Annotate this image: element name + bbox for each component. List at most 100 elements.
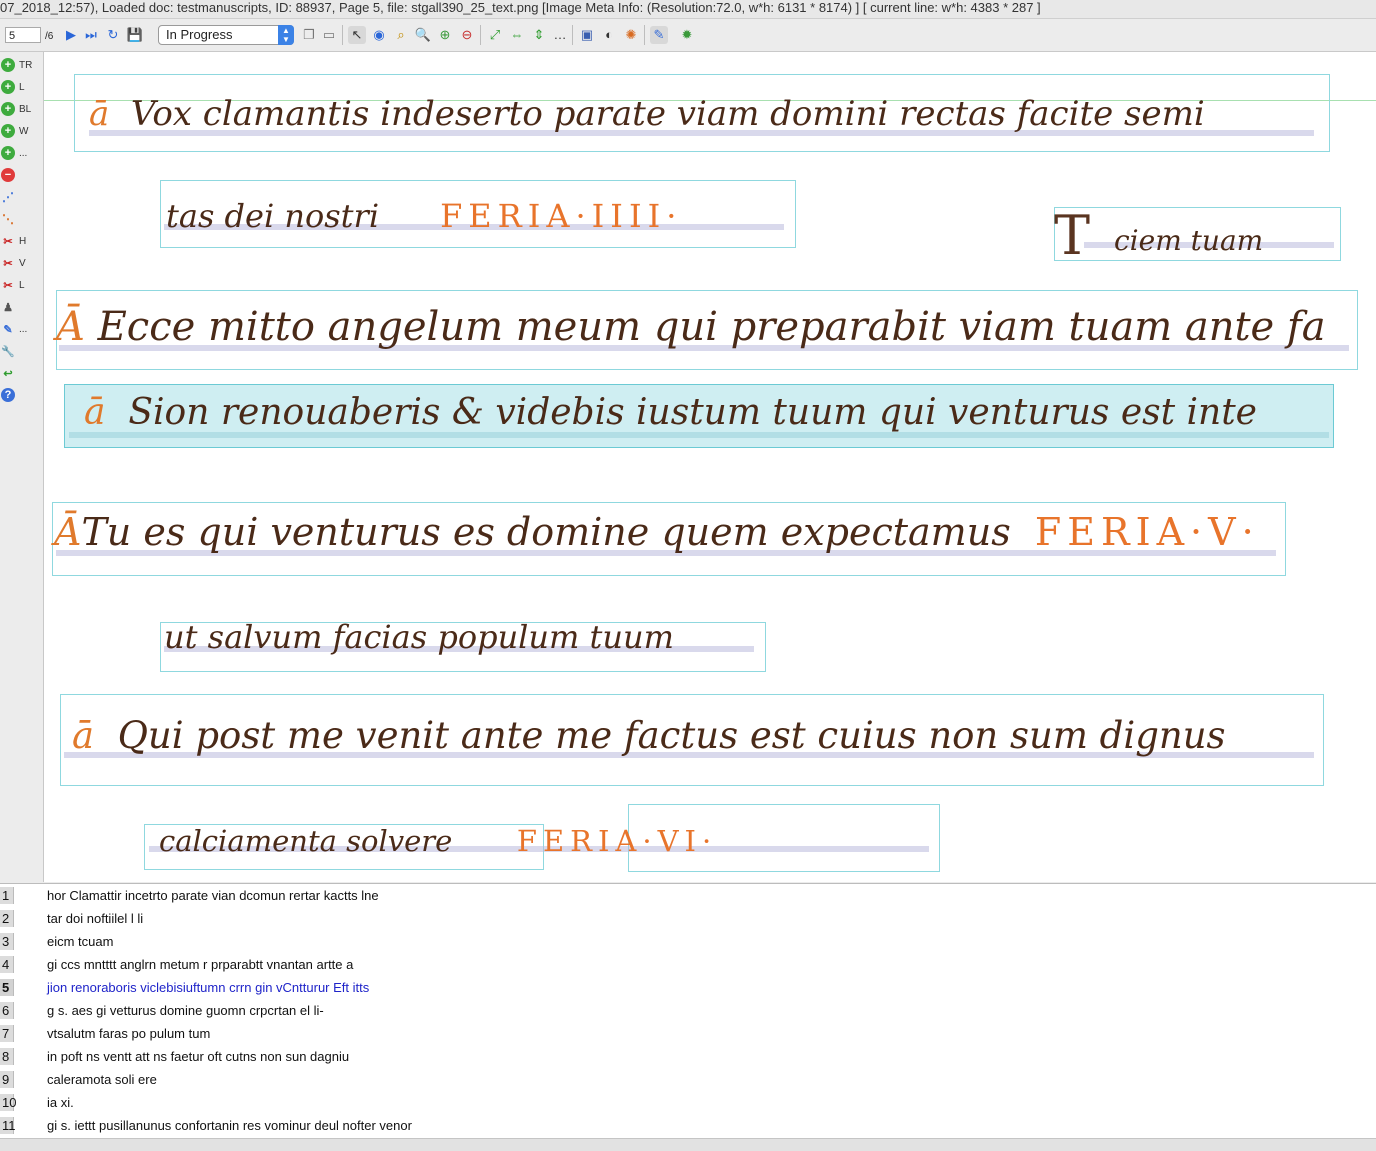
window-title: 07_2018_12:57), Loaded doc: testmanuscri… [0, 0, 1376, 19]
line-text[interactable]: gi s. iettt pusillanunus confortanin res… [47, 1118, 412, 1133]
edit-icon: ✎ [3, 323, 13, 336]
line-text[interactable]: eicm tcuam [47, 934, 113, 949]
fit-height-icon[interactable]: ⇕ [530, 26, 548, 44]
save-icon[interactable]: 💾 [126, 26, 144, 44]
next-page-icon[interactable]: ▶ [62, 26, 80, 44]
line-number: 5 [0, 979, 14, 996]
fit-width-icon[interactable]: ⇔ [508, 26, 526, 44]
zoom-fit-icon[interactable]: 🔍 [414, 26, 432, 44]
manuscript-initial: T [1054, 204, 1091, 267]
transcription-line[interactable]: 8 in poft ns ventt att ns faetur oft cut… [0, 1045, 1376, 1068]
line-number: 10 [0, 1094, 17, 1111]
edit-more-button[interactable]: ✎... [1, 320, 27, 338]
line-number: 6 [0, 1002, 14, 1019]
transcription-line[interactable]: 3 eicm tcuam [0, 930, 1376, 953]
page-total-label: /6 [45, 31, 54, 42]
scissors-icon: ✂ [3, 235, 13, 248]
line-number: 9 [0, 1071, 14, 1088]
eye-icon[interactable]: ◉ [370, 26, 388, 44]
line-text[interactable]: vtsalutm faras po pulum tum [47, 1026, 210, 1041]
merge-button[interactable]: ♟ [1, 298, 19, 316]
reload-icon[interactable]: ↻ [104, 26, 122, 44]
zoom-out-icon[interactable]: ⊖ [458, 26, 476, 44]
image-view-icon[interactable]: ▣ [578, 26, 596, 44]
line-text[interactable]: in poft ns ventt att ns faetur oft cutns… [47, 1049, 349, 1064]
tools-button[interactable]: 🔧 [1, 342, 19, 360]
last-page-icon[interactable]: ⏭ [82, 26, 100, 44]
add-word-button[interactable]: + W [1, 122, 28, 140]
add-baseline-button[interactable]: + BL [1, 100, 31, 118]
zoom-region-icon[interactable]: ⌕ [392, 26, 410, 44]
help-icon: ? [1, 388, 15, 402]
undo-icon: ↩ [3, 367, 13, 380]
line-number: 4 [0, 956, 14, 973]
manuscript-line: ā Qui post me venit ante me factus est c… [72, 714, 1226, 757]
toolbar-separator [572, 25, 573, 45]
manuscript-image-canvas[interactable]: ā Vox clamantis indeserto parate viam do… [44, 52, 1376, 882]
add-more-button[interactable]: +... [1, 144, 27, 162]
help-button[interactable]: ? [1, 386, 19, 404]
line-text[interactable]: tar doi noftiilel l li [47, 911, 143, 926]
document-icon[interactable]: ▭ [320, 26, 338, 44]
person-icon: ♟ [3, 301, 13, 314]
split-line-button[interactable]: ✂ L [1, 276, 24, 294]
contrast-icon[interactable]: ◐ [600, 26, 618, 44]
more-icon[interactable]: … [551, 26, 569, 44]
plus-circle-icon: + [1, 58, 15, 72]
status-dropdown[interactable]: In Progress ▲ ▼ [158, 25, 294, 45]
copy-icon[interactable]: ❐ [300, 26, 318, 44]
line-text[interactable]: jion renoraboris viclebisiuftumn crrn gi… [47, 980, 369, 995]
line-text[interactable]: hor Clamattir incetrto parate vian dcomu… [47, 888, 379, 903]
line-text[interactable]: gi ccs mntttt anglrn metum r prparabtt v… [47, 957, 353, 972]
scissors-icon: ✂ [3, 257, 13, 270]
plus-circle-icon: + [1, 146, 15, 160]
status-dropdown-value: In Progress [166, 27, 233, 42]
transcription-panel[interactable]: 1 hor Clamattir incetrto parate vian dco… [0, 883, 1376, 1139]
add-point-button[interactable]: ⋰ [1, 188, 19, 206]
split-vertical-button[interactable]: ✂ V [1, 254, 25, 272]
scissors-icon: ✂ [3, 279, 13, 292]
page-number-input[interactable]: 5 [5, 27, 41, 43]
toolbar: 5 /6 ▶ ⏭ ↻ 💾 In Progress ▲ ▼ ❐ ▭ ↖ ◉ ⌕ 🔍 … [0, 19, 1376, 52]
color-palette-icon[interactable]: ✺ [622, 26, 640, 44]
manuscript-line: tas dei nostri FERIA·IIII· [166, 197, 683, 235]
line-text[interactable]: caleramota soli ere [47, 1072, 157, 1087]
add-text-region-button[interactable]: + TR [1, 56, 32, 74]
manuscript-line: ut salvum facias populum tuum [164, 618, 674, 656]
fit-page-icon[interactable]: ⤢ [486, 26, 504, 44]
split-horizontal-button[interactable]: ✂ H [1, 232, 26, 250]
remove-shape-button[interactable]: − [1, 166, 19, 184]
line-text[interactable]: g s. aes gi vetturus domine guomn crpcrt… [47, 1003, 324, 1018]
line-number: 3 [0, 933, 14, 950]
transcription-line[interactable]: 10 ia xi. [0, 1091, 1376, 1114]
manuscript-line: Ā Ecce mitto angelum meum qui preparabit… [56, 304, 1326, 350]
edit-shapes-icon[interactable]: ✎ [650, 26, 668, 44]
manuscript-line: calciamenta solvere FERIA·VI· [159, 824, 718, 858]
transcription-line[interactable]: 2 tar doi noftiilel l li [0, 907, 1376, 930]
line-text[interactable]: ia xi. [47, 1095, 74, 1110]
manuscript-line: ciem tuam [1114, 224, 1264, 257]
remove-point-button[interactable]: ⋱ [1, 210, 19, 228]
transcription-line[interactable]: 6 g s. aes gi vetturus domine guomn crpcr… [0, 999, 1376, 1022]
manuscript-line: ĀTu es qui venturus es domine quem expec… [54, 510, 1260, 554]
transcription-line[interactable]: 11 gi s. iettt pusillanunus confortanin r… [0, 1114, 1376, 1137]
undo-button[interactable]: ↩ [1, 364, 19, 382]
plus-circle-icon: + [1, 124, 15, 138]
zoom-in-icon[interactable]: ⊕ [436, 26, 454, 44]
line-number: 8 [0, 1048, 14, 1065]
transcription-line[interactable]: 7 vtsalutm faras po pulum tum [0, 1022, 1376, 1045]
line-number: 1 [0, 887, 14, 904]
toolbar-separator [644, 25, 645, 45]
manuscript-line: ā Vox clamantis indeserto parate viam do… [89, 94, 1205, 134]
plus-circle-icon: + [1, 102, 15, 116]
add-line-button[interactable]: + L [1, 78, 25, 96]
transcription-line[interactable]: 4 gi ccs mntttt anglrn metum r prparabtt … [0, 953, 1376, 976]
line-number: 7 [0, 1025, 14, 1042]
transcription-line[interactable]: 1 hor Clamattir incetrto parate vian dco… [0, 884, 1376, 907]
transcription-line[interactable]: 9 caleramota soli ere [0, 1068, 1376, 1091]
remove-point-icon: ⋱ [2, 212, 14, 226]
transcription-line-active[interactable]: 5 jion renoraboris viclebisiuftumn crrn … [0, 976, 1376, 999]
status-bar [0, 1138, 1376, 1151]
select-pointer-icon[interactable]: ↖ [348, 26, 366, 44]
bug-icon[interactable]: ✹ [678, 26, 696, 44]
